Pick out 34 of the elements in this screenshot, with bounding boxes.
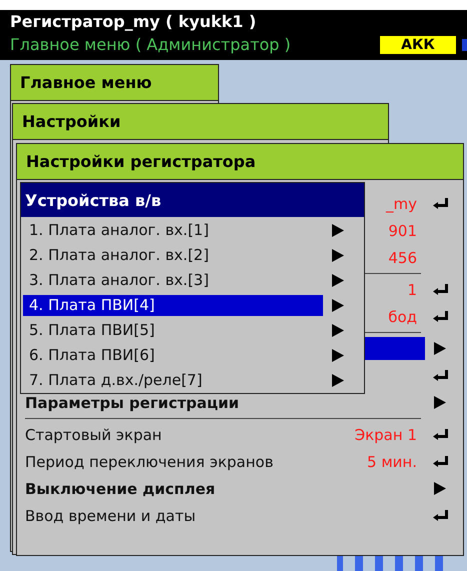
app-title: Регистратор_my ( kyukk1 ) bbox=[10, 11, 258, 33]
popup-title: Устройства в/в bbox=[21, 183, 364, 217]
row-value: Экран 1 bbox=[354, 426, 417, 444]
window-title: Настройки bbox=[13, 104, 388, 140]
submenu-arrow-icon bbox=[332, 374, 344, 387]
popup-item[interactable]: 4. Плата ПВИ[4] bbox=[23, 295, 323, 316]
submenu-arrow-icon bbox=[332, 274, 344, 287]
menu-row[interactable]: Выключение дисплея bbox=[25, 477, 425, 500]
row-value: 5 мин. bbox=[367, 452, 417, 470]
menu-row[interactable]: Параметры регистрации bbox=[25, 391, 425, 414]
popup-item[interactable]: 5. Плата ПВИ[5] bbox=[23, 320, 323, 341]
popup-item[interactable]: 3. Плата аналог. вх.[3] bbox=[23, 270, 323, 291]
row-label: Стартовый экран bbox=[25, 426, 163, 444]
window-title: Главное меню bbox=[11, 65, 218, 101]
row-label: Ввод времени и даты bbox=[25, 506, 197, 524]
submenu-arrow-icon bbox=[332, 324, 344, 337]
status-badge: АКК bbox=[380, 36, 456, 54]
window-title: Настройки регистратора bbox=[17, 144, 463, 180]
row-label: Период переключения экранов bbox=[25, 452, 274, 470]
submenu-arrow-icon bbox=[332, 299, 344, 312]
row-label: Выключение дисплея bbox=[25, 480, 216, 498]
popup-item[interactable]: 2. Плата аналог. вх.[2] bbox=[23, 245, 323, 266]
menu-row[interactable]: Ввод времени и даты bbox=[25, 504, 425, 527]
menu-row[interactable]: Стартовый экран Экран 1 bbox=[25, 423, 425, 446]
popup-item[interactable]: 6. Плата ПВИ[6] bbox=[23, 345, 323, 366]
popup-item[interactable]: 7. Плата д.вх./реле[7] bbox=[23, 370, 323, 391]
row-label: Параметры регистрации bbox=[25, 394, 240, 412]
status-indicator-icon bbox=[462, 39, 467, 51]
submenu-arrow-icon bbox=[332, 349, 344, 362]
submenu-arrow-icon bbox=[332, 224, 344, 237]
submenu-arrow-icon bbox=[332, 249, 344, 262]
menu-row[interactable]: Период переключения экранов 5 мин. bbox=[25, 450, 425, 473]
popup-item[interactable]: 1. Плата аналог. вх.[1] bbox=[23, 220, 323, 241]
menu-subtitle: Главное меню ( Администратор ) bbox=[10, 35, 291, 55]
